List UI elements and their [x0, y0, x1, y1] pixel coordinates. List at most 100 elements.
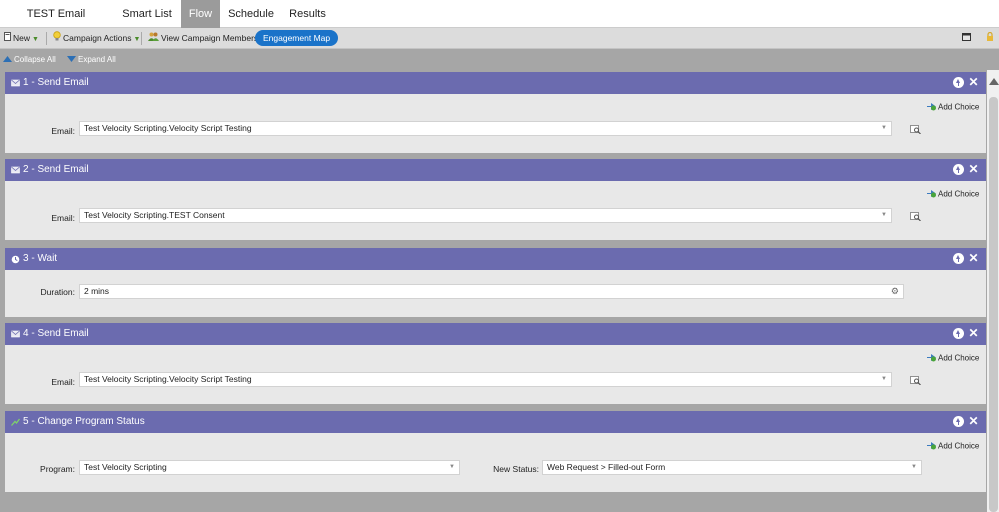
gear-icon[interactable]: ⚙ — [891, 285, 899, 298]
new-icon — [4, 28, 11, 49]
email-select[interactable]: Test Velocity Scripting.TEST Consent ▼ — [79, 208, 892, 223]
move-up-icon[interactable] — [953, 77, 964, 88]
duration-label: Duration: — [40, 287, 76, 297]
clock-icon — [11, 255, 20, 264]
chevron-down-icon: ▼ — [881, 376, 887, 382]
scrollbar-thumb[interactable] — [989, 97, 998, 512]
add-choice-icon — [927, 189, 937, 200]
lock-icon[interactable] — [986, 28, 994, 49]
preview-icon[interactable] — [910, 125, 921, 135]
email-select-value: Test Velocity Scripting.Velocity Script … — [84, 374, 252, 384]
expand-icon — [67, 49, 76, 70]
chevron-down-icon: ▼ — [449, 464, 455, 470]
chevron-down-icon: ▼ — [133, 36, 141, 43]
close-icon[interactable]: ✕ — [968, 252, 979, 264]
step-body: Add Choice Email: Test Velocity Scriptin… — [5, 181, 986, 240]
step-title: 5 - Change Program Status — [23, 416, 145, 427]
add-choice-icon — [927, 353, 937, 364]
window-icon[interactable] — [962, 28, 971, 49]
step-header[interactable]: 2 - Send Email ✕ — [5, 159, 986, 181]
program-select-value: Test Velocity Scripting — [84, 462, 167, 472]
flow-step-3: 3 - Wait ✕ Duration: 2 mins ⚙ — [5, 248, 986, 317]
program-select[interactable]: Test Velocity Scripting ▼ — [79, 460, 460, 475]
close-icon[interactable]: ✕ — [968, 415, 979, 427]
duration-input[interactable]: 2 mins ⚙ — [79, 284, 904, 299]
close-icon[interactable]: ✕ — [968, 327, 979, 339]
step-title: 2 - Send Email — [23, 164, 89, 175]
add-choice-button[interactable]: Add Choice — [927, 353, 979, 364]
new-status-select[interactable]: Web Request > Filled-out Form ▼ — [542, 460, 922, 475]
email-icon — [11, 79, 20, 87]
tab-flow[interactable]: Flow — [181, 0, 220, 28]
flow-step-4: 4 - Send Email ✕ Add Choice Email: Test … — [5, 323, 986, 404]
close-icon[interactable]: ✕ — [968, 163, 979, 175]
email-label: Email: — [51, 213, 75, 223]
view-campaign-members-button[interactable]: View Campaign Members — [148, 28, 258, 49]
scroll-up-arrow-icon[interactable] — [989, 78, 999, 85]
tab-schedule[interactable]: Schedule — [226, 0, 276, 28]
toolbar: New ▼ Campaign Actions ▼ View Campaign Mem… — [0, 28, 999, 49]
campaign-actions-menu[interactable]: Campaign Actions ▼ — [53, 28, 140, 49]
toolbar-divider — [141, 32, 142, 45]
collapse-icon — [3, 49, 12, 70]
email-icon — [11, 166, 20, 174]
tab-test-email-deployment[interactable]: TEST Email Deployment — [0, 0, 112, 48]
step-header[interactable]: 1 - Send Email ✕ — [5, 72, 986, 94]
add-choice-button[interactable]: Add Choice — [927, 102, 979, 113]
add-choice-button[interactable]: Add Choice — [927, 189, 979, 200]
new-menu[interactable]: New ▼ — [4, 28, 39, 49]
program-label: Program: — [40, 464, 75, 474]
step-body: Add Choice Email: Test Velocity Scriptin… — [5, 345, 986, 404]
move-up-icon[interactable] — [953, 416, 964, 427]
move-up-icon[interactable] — [953, 328, 964, 339]
chevron-down-icon: ▼ — [911, 464, 917, 470]
email-label: Email: — [51, 126, 75, 136]
step-title: 1 - Send Email — [23, 77, 89, 88]
collapse-all-button[interactable]: Collapse All — [3, 49, 56, 70]
chevron-down-icon: ▼ — [32, 36, 39, 43]
step-header[interactable]: 5 - Change Program Status ✕ — [5, 411, 986, 433]
new-status-select-value: Web Request > Filled-out Form — [547, 462, 666, 472]
preview-icon[interactable] — [910, 376, 921, 386]
status-icon — [11, 418, 21, 426]
add-choice-icon — [927, 441, 937, 452]
collapse-expand-bar: Collapse All Expand All — [0, 49, 999, 70]
add-choice-button[interactable]: Add Choice — [927, 441, 979, 452]
step-header[interactable]: 3 - Wait ✕ — [5, 248, 986, 270]
email-select-value: Test Velocity Scripting.TEST Consent — [84, 210, 225, 220]
new-label: New — [13, 33, 31, 43]
step-body: Add Choice Program: Test Velocity Script… — [5, 433, 986, 492]
step-header[interactable]: 4 - Send Email ✕ — [5, 323, 986, 345]
toolbar-divider — [46, 32, 47, 45]
collapse-all-label: Collapse All — [14, 55, 56, 64]
expand-all-label: Expand All — [78, 55, 116, 64]
lightbulb-icon — [53, 28, 61, 49]
email-select[interactable]: Test Velocity Scripting.Velocity Script … — [79, 121, 892, 136]
add-choice-icon — [927, 102, 937, 113]
chevron-down-icon: ▼ — [881, 212, 887, 218]
engagement-map-button[interactable]: Engagement Map — [255, 30, 339, 46]
email-select[interactable]: Test Velocity Scripting.Velocity Script … — [79, 372, 892, 387]
step-title: 4 - Send Email — [23, 328, 89, 339]
new-status-label: New Status: — [493, 464, 539, 474]
step-body: Add Choice Email: Test Velocity Scriptin… — [5, 94, 986, 153]
step-body: Duration: 2 mins ⚙ — [5, 270, 986, 317]
expand-all-button[interactable]: Expand All — [67, 49, 116, 70]
campaign-actions-label: Campaign Actions — [63, 33, 132, 43]
email-icon — [11, 330, 20, 338]
chevron-down-icon: ▼ — [881, 125, 887, 131]
tab-smart-list[interactable]: Smart List — [118, 0, 176, 28]
flow-step-2: 2 - Send Email ✕ Add Choice Email: Test … — [5, 159, 986, 240]
view-campaign-members-label: View Campaign Members — [161, 33, 259, 43]
tab-bar: TEST Email Deployment Smart List Flow Sc… — [0, 0, 999, 48]
move-up-icon[interactable] — [953, 164, 964, 175]
move-up-icon[interactable] — [953, 253, 964, 264]
step-title: 3 - Wait — [23, 253, 58, 264]
people-icon — [148, 28, 159, 49]
flow-step-1: 1 - Send Email ✕ Add Choice Email: Test … — [5, 72, 986, 153]
email-select-value: Test Velocity Scripting.Velocity Script … — [84, 123, 252, 133]
close-icon[interactable]: ✕ — [968, 76, 979, 88]
tab-results[interactable]: Results — [286, 0, 329, 28]
flow-step-5: 5 - Change Program Status ✕ Add Choice P… — [5, 411, 986, 492]
preview-icon[interactable] — [910, 212, 921, 222]
